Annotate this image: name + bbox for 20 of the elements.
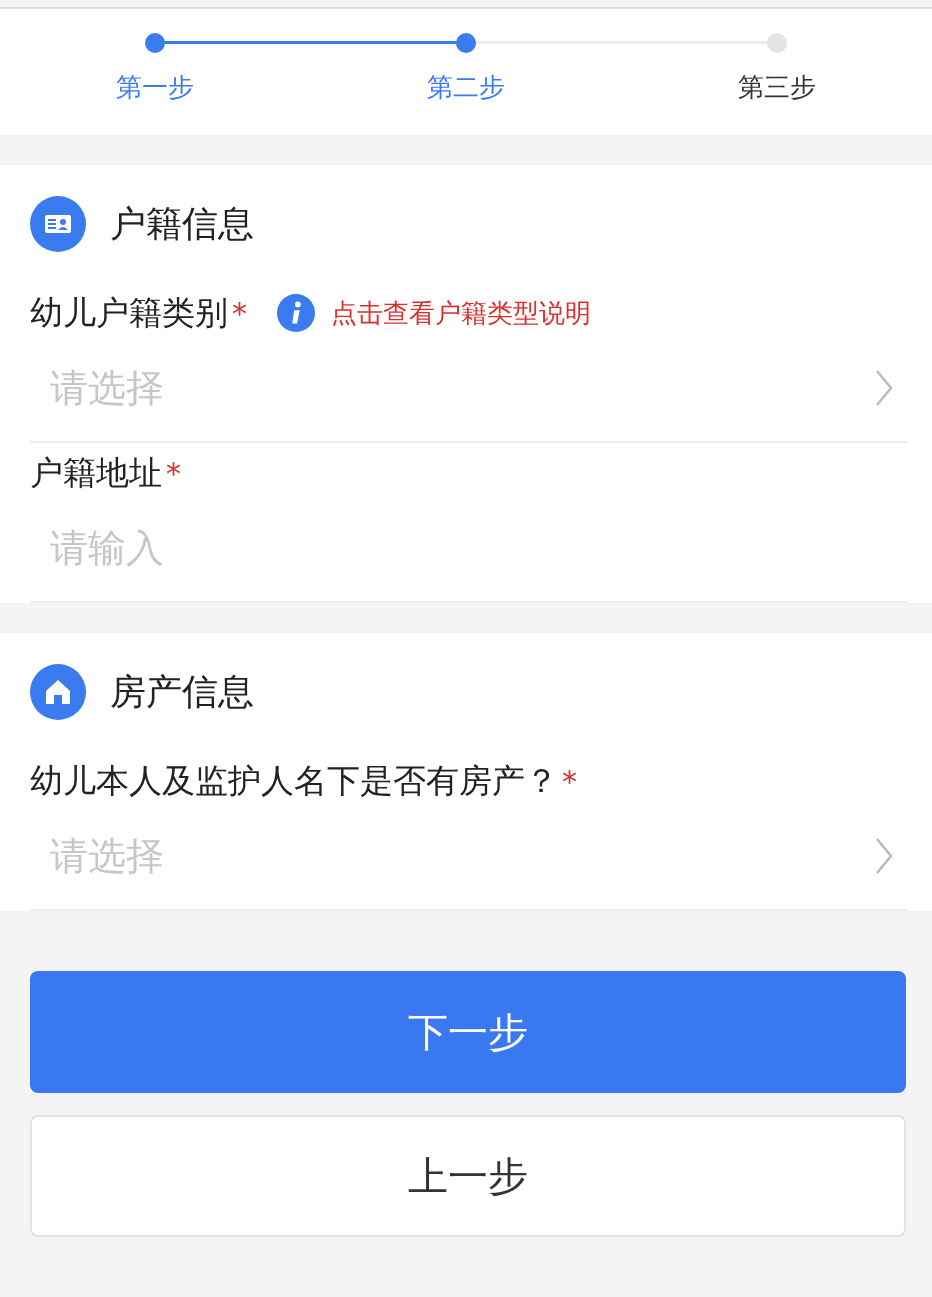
field-label: 幼儿户籍类别 <box>30 291 228 334</box>
field-label: 户籍地址 <box>30 451 162 494</box>
section-title: 房产信息 <box>110 669 254 714</box>
required-mark: * <box>562 763 577 799</box>
input-field[interactable]: 请输入 <box>30 526 908 570</box>
step-label: 第二步 <box>427 71 505 104</box>
id-card-icon <box>30 196 86 252</box>
back-button[interactable]: 上一步 <box>30 1115 906 1237</box>
house-icon <box>30 664 86 720</box>
field-label: 幼儿本人及监护人名下是否有房产？ <box>30 759 558 802</box>
info-icon <box>277 294 315 332</box>
section-title: 户籍信息 <box>110 201 254 246</box>
chevron-icon <box>874 836 894 876</box>
help-link[interactable]: 点击查看户籍类型说明 <box>331 295 591 331</box>
chevron-icon <box>874 368 894 408</box>
step-label: 第一步 <box>116 71 195 104</box>
next-button[interactable]: 下一步 <box>30 971 906 1093</box>
required-mark: * <box>232 295 247 331</box>
step-label: 第三步 <box>737 71 816 104</box>
required-mark: * <box>166 455 181 491</box>
